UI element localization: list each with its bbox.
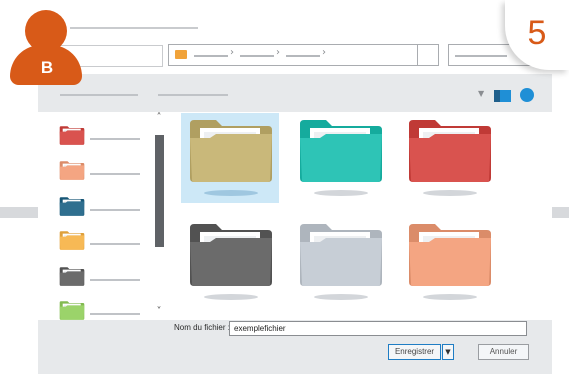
chevron-right-icon: ›: [276, 47, 280, 58]
save-button[interactable]: Enregistrer: [388, 344, 441, 360]
scrollbar-thumb[interactable]: [155, 135, 164, 247]
folder-item[interactable]: [405, 220, 495, 290]
folder-icon[interactable]: [58, 300, 86, 321]
step-number: 5: [527, 14, 547, 52]
folder-icon[interactable]: [58, 266, 86, 287]
search-placeholder: [455, 55, 507, 57]
navigation-folder-label[interactable]: [90, 313, 140, 315]
view-dropdown-icon[interactable]: ▼: [478, 89, 484, 98]
chevron-right-icon: ›: [322, 47, 326, 58]
folder-label: [204, 294, 258, 300]
avatar-letter: B: [40, 58, 54, 77]
address-bar-dropdown-separator: [417, 45, 418, 65]
navigation-folder-label[interactable]: [90, 279, 140, 281]
background-bar-right: [552, 207, 569, 218]
help-icon[interactable]: [520, 88, 534, 102]
folder-label: [423, 190, 477, 196]
scroll-down-icon[interactable]: ˅: [153, 306, 165, 317]
save-dropdown-icon[interactable]: ▼: [442, 344, 454, 360]
folder-label: [314, 190, 368, 196]
breadcrumb-1[interactable]: [194, 55, 228, 57]
scroll-up-icon[interactable]: ˄: [153, 112, 165, 123]
navigation-folder-label[interactable]: [90, 138, 140, 140]
folder-icon[interactable]: [58, 196, 86, 217]
folder-item[interactable]: [186, 116, 276, 186]
folder-label: [423, 294, 477, 300]
folder-icon[interactable]: [58, 230, 86, 251]
folder-icon[interactable]: [58, 160, 86, 181]
navigation-folder-label[interactable]: [90, 243, 140, 245]
file-name-input[interactable]: [229, 321, 527, 336]
folder-item[interactable]: [405, 116, 495, 186]
folder-icon[interactable]: [58, 125, 86, 146]
folder-icon: [175, 50, 187, 59]
window-title: [70, 27, 198, 29]
folder-item[interactable]: [296, 116, 386, 186]
toolbar-organize-button[interactable]: [60, 94, 138, 96]
chevron-right-icon: ›: [230, 47, 234, 58]
folder-item[interactable]: [186, 220, 276, 290]
toolbar-new-folder-button[interactable]: [158, 94, 228, 96]
file-name-label: Nom du fichier :: [173, 323, 230, 332]
background-bar-left: [0, 207, 40, 218]
folder-label: [204, 190, 258, 196]
folder-item[interactable]: [296, 220, 386, 290]
folder-label: [314, 294, 368, 300]
toolbar: [38, 74, 552, 112]
navigation-folder-label[interactable]: [90, 173, 140, 175]
navigation-folder-label[interactable]: [90, 209, 140, 211]
breadcrumb-3[interactable]: [286, 55, 320, 57]
view-mode-icon[interactable]: [494, 89, 511, 102]
cancel-button[interactable]: Annuler: [478, 344, 529, 360]
breadcrumb-2[interactable]: [240, 55, 274, 57]
